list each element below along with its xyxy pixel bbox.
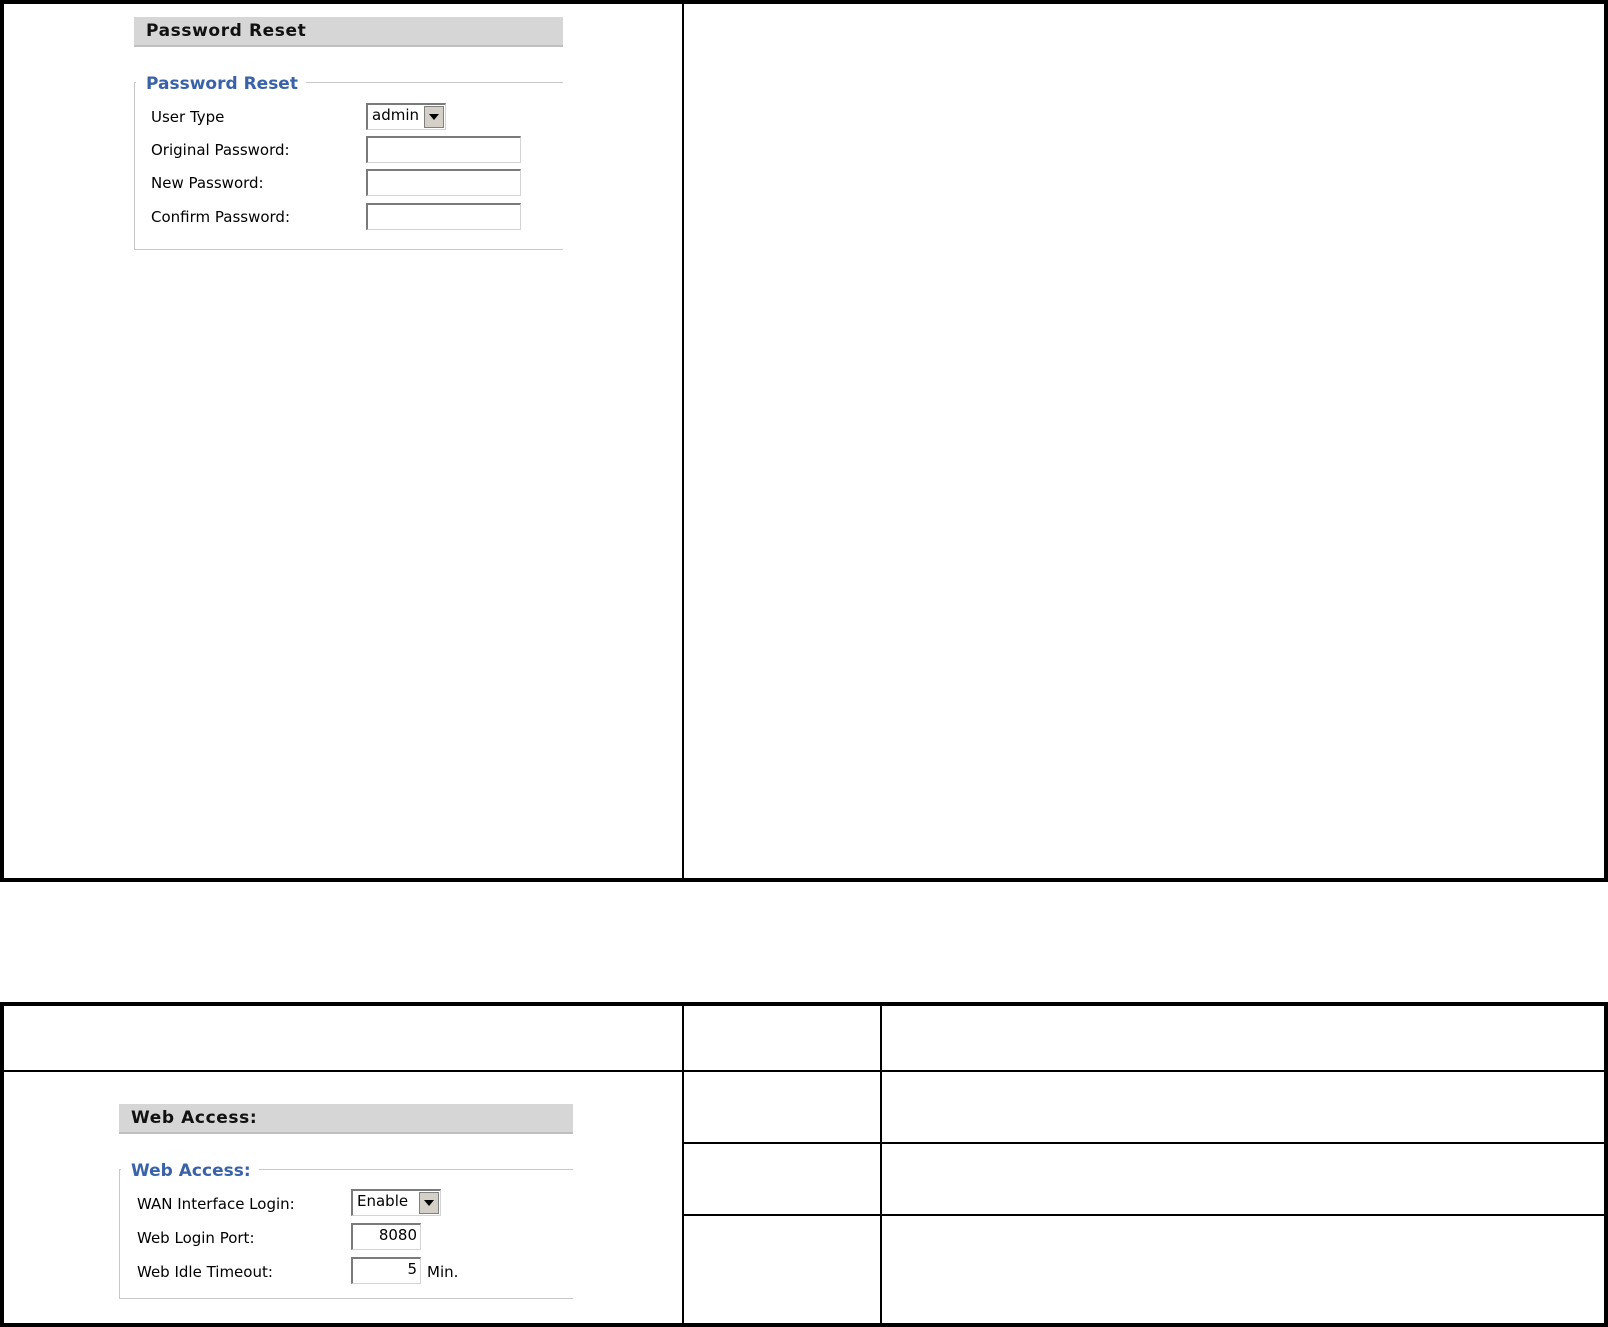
- new-password-label: New Password:: [151, 174, 264, 192]
- table-row-divider: [684, 1214, 1604, 1216]
- web-idle-timeout-unit: Min.: [427, 1263, 459, 1281]
- wan-interface-login-value: Enable: [357, 1192, 409, 1210]
- wan-interface-login-select[interactable]: Enable: [351, 1189, 441, 1216]
- table-divider: [880, 1006, 882, 1323]
- password-reset-header-text: Password Reset: [146, 21, 307, 41]
- confirm-password-label: Confirm Password:: [151, 208, 291, 226]
- password-reset-panel: Password Reset Password Reset User Type …: [4, 4, 682, 878]
- web-access-legend: Web Access:: [121, 1161, 259, 1181]
- password-reset-description-cell: [684, 4, 1604, 878]
- web-access-panel: Web Access: Web Access: WAN Interface Lo…: [4, 1072, 682, 1327]
- table-divider: [682, 1006, 684, 1323]
- password-reset-header: Password Reset: [134, 17, 563, 47]
- password-reset-legend: Password Reset: [136, 74, 306, 94]
- web-login-port-label: Web Login Port:: [137, 1229, 255, 1247]
- password-reset-doc-table: Password Reset Password Reset User Type …: [0, 0, 1608, 882]
- web-access-doc-table: Web Access: Web Access: WAN Interface Lo…: [0, 1002, 1608, 1327]
- table-row-divider: [684, 1142, 1604, 1144]
- web-access-header-text: Web Access:: [131, 1108, 258, 1128]
- original-password-label: Original Password:: [151, 141, 290, 159]
- confirm-password-input[interactable]: [366, 203, 521, 230]
- web-access-header: Web Access:: [119, 1104, 573, 1134]
- web-idle-timeout-input[interactable]: 5: [351, 1257, 421, 1284]
- new-password-input[interactable]: [366, 169, 521, 196]
- user-type-select[interactable]: admin: [366, 103, 446, 130]
- user-type-value: admin: [372, 106, 419, 124]
- chevron-down-icon[interactable]: [424, 106, 444, 128]
- web-login-port-input[interactable]: 8080: [351, 1223, 421, 1250]
- wan-interface-login-label: WAN Interface Login:: [137, 1195, 295, 1213]
- user-type-label: User Type: [151, 108, 225, 126]
- web-idle-timeout-label: Web Idle Timeout:: [137, 1263, 273, 1281]
- original-password-input[interactable]: [366, 136, 521, 163]
- chevron-down-icon[interactable]: [419, 1192, 439, 1214]
